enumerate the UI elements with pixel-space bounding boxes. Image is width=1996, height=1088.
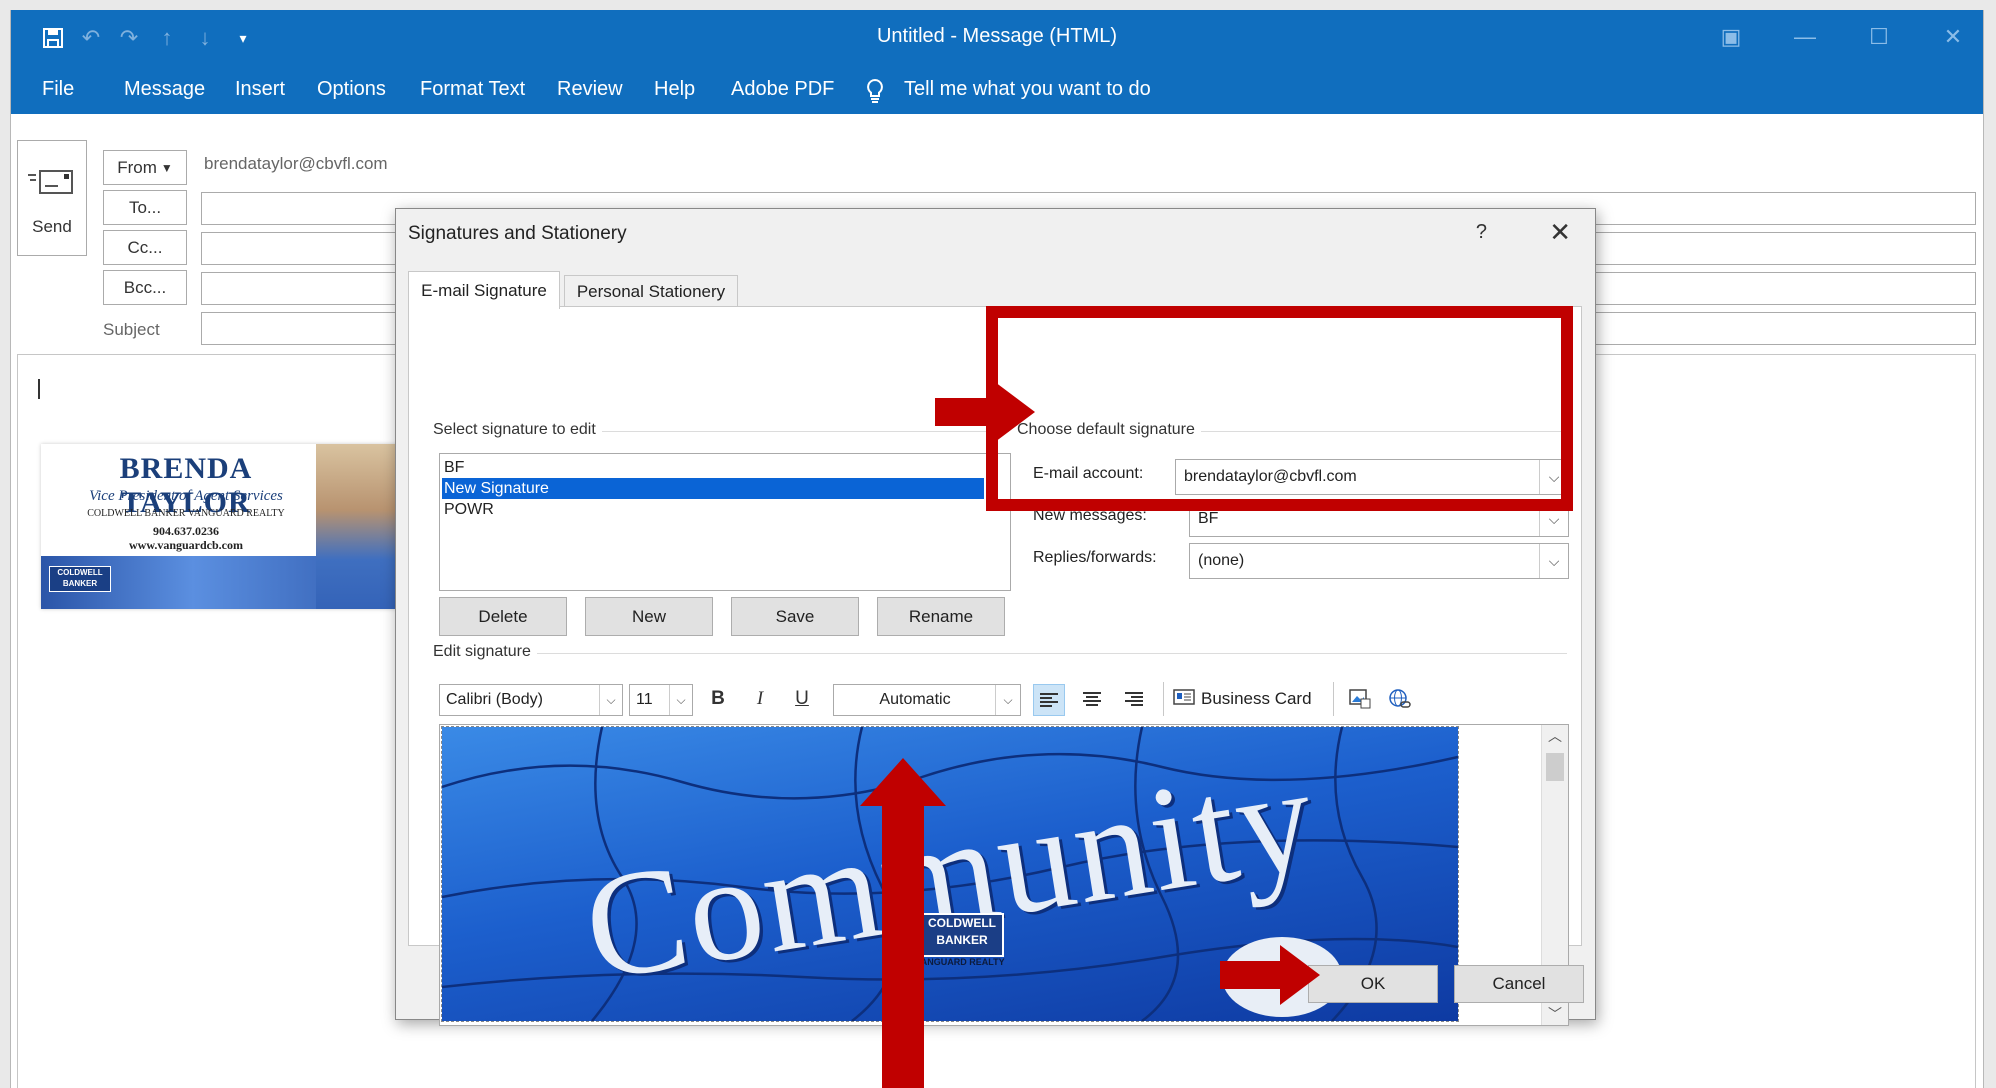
window-title: Untitled - Message (HTML): [876, 25, 1118, 47]
signature-logo: COLDWELL BANKER: [49, 566, 111, 592]
lightbulb-icon: [865, 78, 885, 110]
ribbon-tabs: File Message Insert Options Format Text …: [11, 66, 1983, 114]
minimize-icon[interactable]: —: [1785, 22, 1825, 52]
window-close-icon[interactable]: ✕: [1933, 22, 1973, 52]
dialog-title: Signatures and Stationery: [408, 223, 627, 244]
select-signature-label: Select signature to edit: [433, 421, 602, 439]
align-left-icon[interactable]: [1033, 684, 1065, 716]
align-center-icon[interactable]: [1077, 684, 1107, 714]
tab-format-text[interactable]: Format Text: [420, 78, 525, 101]
business-card-label: Business Card: [1201, 689, 1312, 708]
chevron-down-icon: ⌵: [599, 685, 622, 715]
cancel-button[interactable]: Cancel: [1454, 965, 1584, 1003]
replies-forwards-value: (none): [1198, 552, 1245, 569]
list-item[interactable]: POWR: [442, 499, 984, 520]
tell-me-search[interactable]: Tell me what you want to do: [904, 78, 1151, 101]
arrow-right-icon: [935, 382, 1035, 442]
font-color-value: Automatic: [879, 691, 951, 708]
tab-personal-stationery[interactable]: Personal Stationery: [564, 275, 738, 307]
from-button[interactable]: From ▼: [103, 150, 187, 185]
underline-button[interactable]: U: [787, 684, 817, 714]
scroll-thumb[interactable]: [1546, 753, 1564, 781]
from-value: brendataylor@cbvfl.com: [204, 154, 388, 173]
new-messages-value: BF: [1198, 510, 1219, 527]
font-value: Calibri (Body): [446, 691, 543, 708]
help-icon[interactable]: ?: [1476, 221, 1487, 244]
business-card-button[interactable]: Business Card: [1173, 684, 1312, 714]
font-size-select[interactable]: 11 ⌵: [629, 684, 693, 716]
new-button[interactable]: New: [585, 597, 713, 636]
cc-button[interactable]: Cc...: [103, 230, 187, 265]
tab-message[interactable]: Message: [124, 78, 205, 101]
delete-button[interactable]: Delete: [439, 597, 567, 636]
toolbar-separator: [1333, 682, 1334, 716]
font-size-value: 11: [636, 691, 653, 708]
tab-adobe-pdf[interactable]: Adobe PDF: [731, 78, 834, 101]
from-label: From: [117, 157, 157, 177]
text-caret: [38, 379, 40, 399]
list-item[interactable]: BF: [442, 457, 984, 478]
tab-options[interactable]: Options: [317, 78, 386, 101]
inserted-signature: BRENDA TAYLOR Vice President of Agent Se…: [41, 444, 421, 609]
arrow-right-icon: [1220, 945, 1320, 1005]
arrow-up-icon: [860, 758, 946, 1088]
bold-button[interactable]: B: [703, 684, 733, 714]
italic-button[interactable]: I: [745, 684, 775, 714]
signature-company: COLDWELL BANKER VANGUARD REALTY: [87, 508, 285, 519]
signature-list[interactable]: BF New Signature POWR: [439, 453, 1011, 591]
send-envelope-icon: [28, 169, 74, 202]
font-select[interactable]: Calibri (Body) ⌵: [439, 684, 623, 716]
chevron-down-icon: ⌵: [995, 685, 1020, 715]
scroll-up-icon[interactable]: ︿: [1542, 725, 1568, 747]
edit-separator: [439, 653, 1567, 654]
rename-button[interactable]: Rename: [877, 597, 1005, 636]
chevron-down-icon: ⌵: [1539, 544, 1568, 578]
save-button[interactable]: Save: [731, 597, 859, 636]
scroll-down-icon[interactable]: ﹀: [1542, 1003, 1568, 1025]
to-button[interactable]: To...: [103, 190, 187, 225]
tab-insert[interactable]: Insert: [235, 78, 285, 101]
align-right-icon[interactable]: [1119, 684, 1149, 714]
hyperlink-icon[interactable]: [1385, 684, 1415, 714]
bcc-button[interactable]: Bcc...: [103, 270, 187, 305]
list-item-selected[interactable]: New Signature: [442, 478, 984, 499]
signature-website: www.vanguardcb.com: [128, 538, 243, 552]
ok-button[interactable]: OK: [1308, 965, 1438, 1003]
default-signature-highlight: [986, 306, 1573, 511]
replies-forwards-label: Replies/forwards:: [1033, 549, 1157, 566]
send-button[interactable]: Send: [17, 140, 87, 256]
title-bar: ↶ ↷ ↑ ↓ ▾ Untitled - Message (HTML) ▣ — …: [11, 10, 1983, 66]
maximize-icon[interactable]: ☐: [1859, 22, 1899, 52]
toolbar-separator: [1163, 682, 1164, 716]
chevron-down-icon: ▼: [160, 160, 173, 175]
ribbon-display-icon[interactable]: ▣: [1711, 22, 1751, 52]
tab-email-signature[interactable]: E-mail Signature: [408, 271, 560, 309]
subject-label: Subject: [103, 320, 160, 339]
tab-help[interactable]: Help: [654, 78, 695, 101]
business-card-icon: [1173, 688, 1195, 710]
chevron-down-icon: ⌵: [669, 685, 692, 715]
signature-phone: 904.637.0236: [153, 524, 219, 538]
send-label: Send: [32, 217, 72, 236]
tab-file[interactable]: File: [42, 78, 74, 101]
font-color-select[interactable]: Automatic ⌵: [833, 684, 1021, 716]
edit-signature-label: Edit signature: [433, 643, 537, 661]
signature-title: Vice President of Agent Services: [89, 488, 283, 504]
close-icon[interactable]: ✕: [1549, 217, 1571, 248]
replies-forwards-select[interactable]: (none) ⌵: [1189, 543, 1569, 579]
insert-picture-icon[interactable]: [1345, 684, 1375, 714]
tab-review[interactable]: Review: [557, 78, 623, 101]
